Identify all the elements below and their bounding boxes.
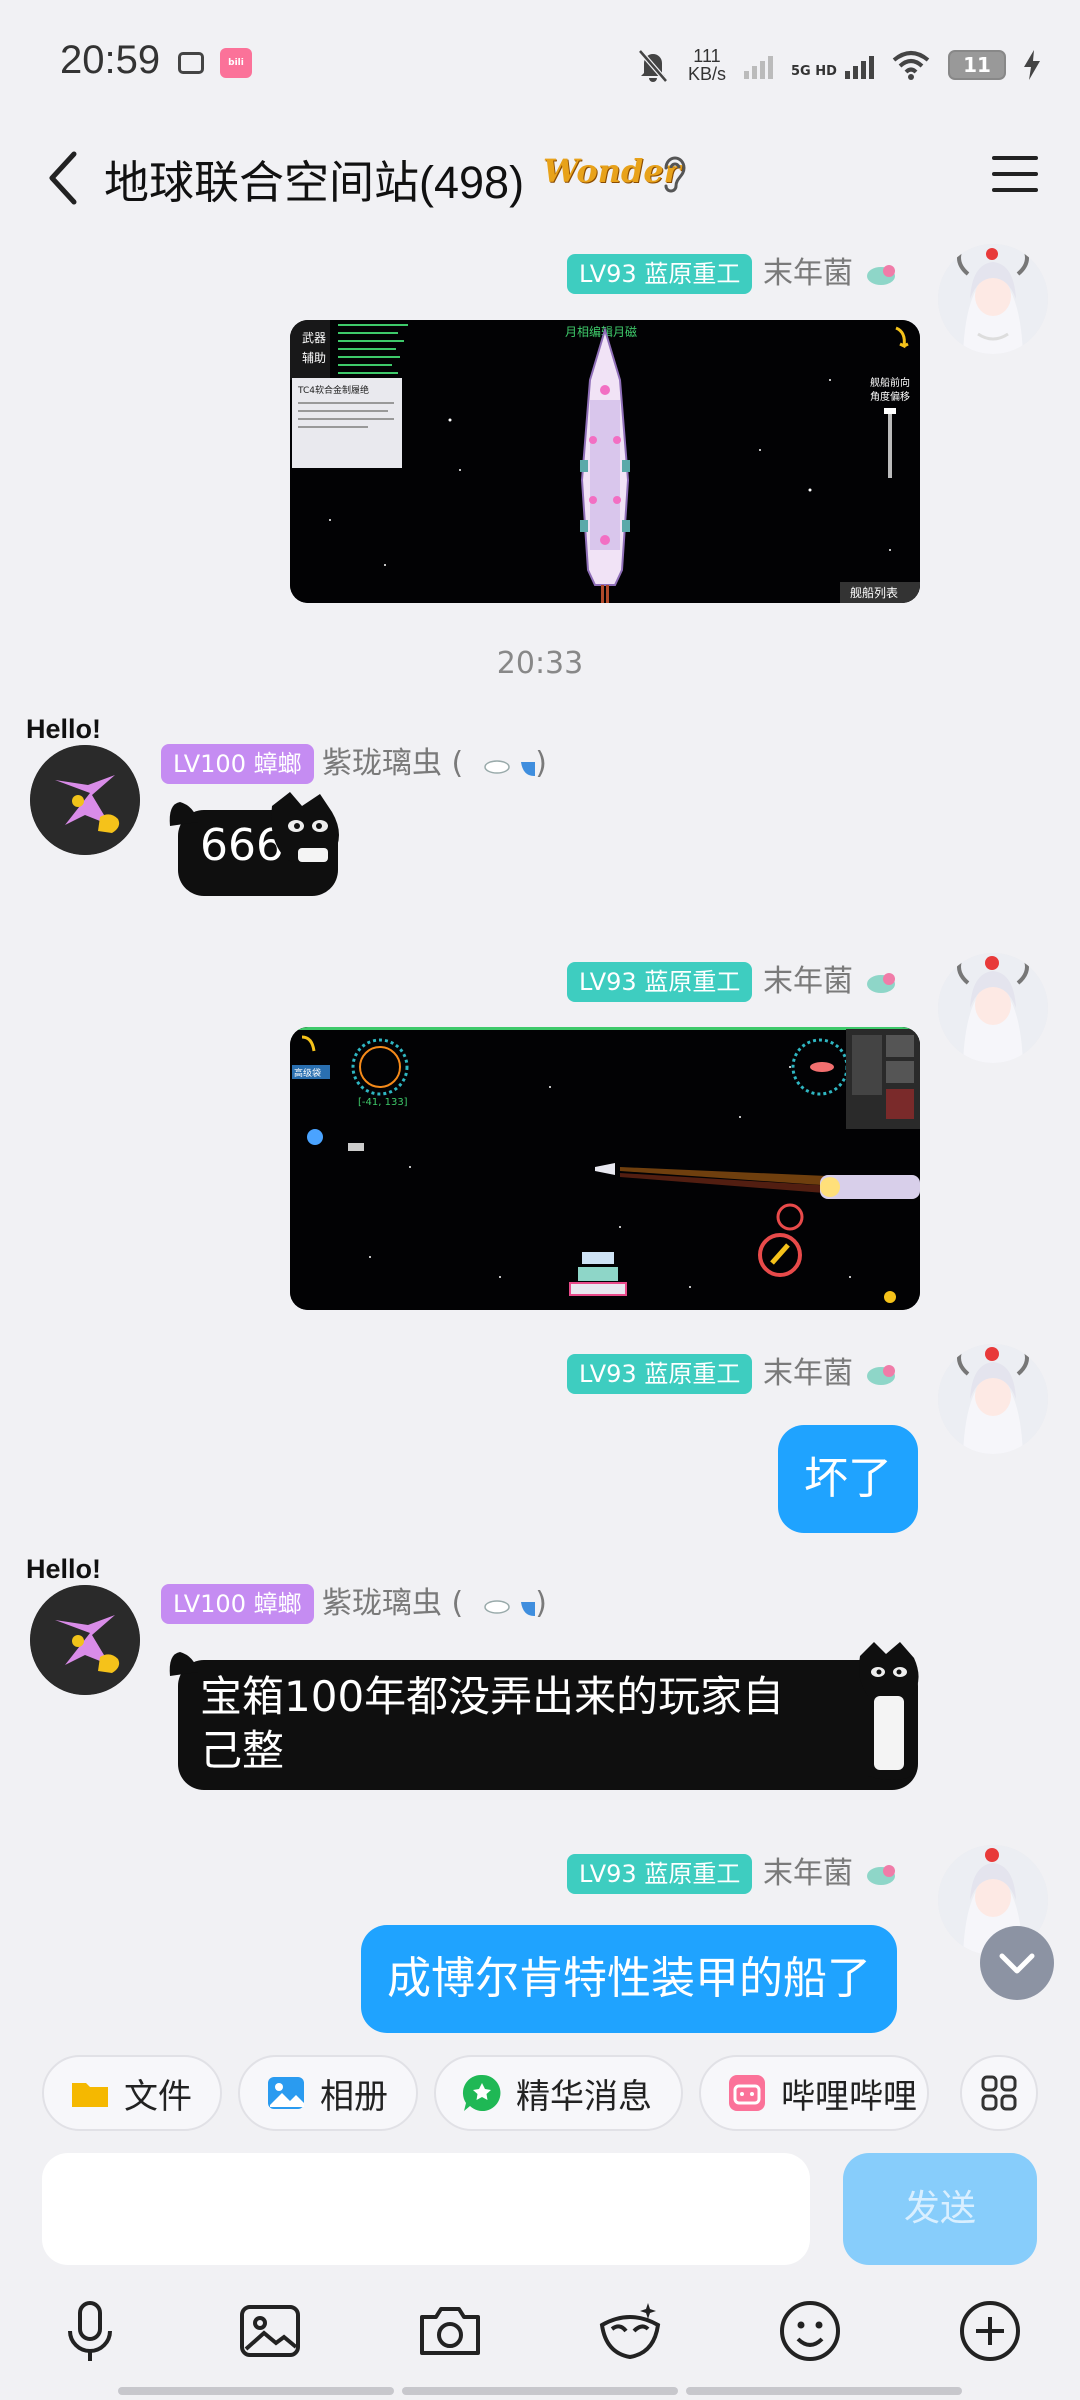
game2-coords: [-41, 133] <box>358 1097 408 1108</box>
shortcut-album-label: 相册 <box>320 2076 388 2117</box>
chevron-down-icon <box>999 1953 1035 1974</box>
black-cat-sticker-icon <box>859 1642 919 1780</box>
message-input[interactable] <box>42 2153 810 2265</box>
scroll-to-bottom-button[interactable] <box>980 1926 1054 2000</box>
sender-name[interactable]: 末年菌 <box>763 1854 899 1894</box>
member-level-tag: LV100 蟑螂 <box>161 744 314 784</box>
shortcut-file-label: 文件 <box>124 2076 192 2117</box>
tv-icon <box>178 52 204 74</box>
shortcut-bar: 文件 相册 精华消息 哔哩哔哩 <box>0 2035 1080 2145</box>
folder-icon <box>72 2083 108 2107</box>
member-level-tag: LV93 蓝原重工 <box>567 254 753 294</box>
shortcut-file[interactable]: 文件 <box>42 2055 222 2131</box>
more-apps-button[interactable] <box>960 2055 1038 2131</box>
network-speed: 111 KB/s <box>688 47 726 83</box>
status-bar: 20:59 bili 111 KB/s 5G HD 11 <box>0 0 1080 130</box>
cat-ear-icon <box>169 802 198 826</box>
chat-header: 地球联合空间站(498) Wonder <box>0 130 1080 220</box>
input-toolbar <box>0 2275 1080 2385</box>
status-icons: 111 KB/s 5G HD 11 <box>636 40 1040 90</box>
message-list[interactable]: LV93 蓝原重工 末年菌 武器 辅助 TC4软合金制履绝 月相编辑月磁 舰船前… <box>0 220 1080 2035</box>
camera-icon[interactable] <box>414 2295 486 2367</box>
ear-icon[interactable] <box>658 154 688 196</box>
composer: 发送 <box>0 2145 1080 2275</box>
member-level-tag: LV93 蓝原重工 <box>567 1854 753 1894</box>
shortcut-album[interactable]: 相册 <box>238 2055 418 2131</box>
shortcut-bilibili-label: 哔哩哔哩 <box>781 2076 917 2117</box>
avatar-zilongliwhong[interactable] <box>30 745 140 855</box>
microphone-icon[interactable] <box>54 2295 126 2367</box>
shared-image-1[interactable]: 武器 辅助 TC4软合金制履绝 月相编辑月磁 舰船前向 角度偏移 舰船列表 <box>290 320 920 603</box>
mute-bell-icon <box>638 49 668 83</box>
network-speed-unit: KB/s <box>687 64 726 84</box>
game1-top-label: 月相编辑月磁 <box>565 324 637 339</box>
dragon-emblem-icon <box>866 1864 895 1885</box>
star-bubble-icon <box>462 2074 501 2111</box>
image-icon[interactable] <box>234 2295 306 2367</box>
sender-name[interactable]: 末年菌 <box>763 1354 899 1394</box>
black-cat-sticker-icon <box>271 792 339 866</box>
game2-hud-tag: 高级袋 <box>294 1067 321 1079</box>
cloud-bowl-icon <box>484 759 536 776</box>
shortcut-bilibili[interactable]: 哔哩哔哩 <box>699 2055 929 2131</box>
network-speed-value: 111 <box>693 46 721 66</box>
sender-name[interactable]: 末年菌 <box>763 254 899 294</box>
shared-image-2[interactable]: 高级袋 [-41, 133] <box>290 1027 920 1310</box>
menu-icon[interactable] <box>990 152 1040 196</box>
game1-ship-list: 舰船列表 <box>850 586 898 600</box>
message-bubble[interactable]: 宝箱100年都没弄出来的玩家自 己整 <box>169 1642 919 1790</box>
charging-icon <box>1024 50 1040 80</box>
signal-icon-1 <box>744 51 773 79</box>
game1-menu-weapon: 武器 <box>302 331 326 345</box>
message-bubble[interactable]: 666 <box>169 792 339 896</box>
game1-side-label-1: 舰船前向 <box>870 376 910 389</box>
red-packet-mask-icon[interactable] <box>594 2295 666 2367</box>
shortcut-highlights-label: 精华消息 <box>516 2076 652 2117</box>
bilibili-notification-icon: bili <box>220 48 252 78</box>
message-text-line-1: 宝箱100年都没弄出来的玩家自 <box>200 1672 785 1721</box>
bilibili-icon <box>729 2075 765 2111</box>
wifi-icon <box>892 51 930 80</box>
network-type: 5G HD <box>791 64 837 79</box>
cat-ear-icon <box>169 1652 198 1676</box>
member-level-tag: LV100 蟑螂 <box>161 1584 314 1624</box>
gesture-bar <box>118 2387 962 2395</box>
cloud-bowl-icon <box>484 1599 536 1616</box>
grid-icon <box>981 2075 1017 2111</box>
message-text: 宝箱100年都没弄出来的玩家自 己整 <box>200 1670 850 1778</box>
back-arrow-icon[interactable] <box>40 148 90 208</box>
message-bubble[interactable]: 坏了 <box>778 1425 918 1533</box>
avatar-monianjun[interactable] <box>938 1344 1048 1454</box>
message-text-line-2: 己整 <box>200 1726 285 1775</box>
member-level-tag: LV93 蓝原重工 <box>567 1354 753 1394</box>
avatar-monianjun[interactable] <box>938 953 1048 1063</box>
group-title[interactable]: 地球联合空间站(498) <box>104 146 524 211</box>
send-button[interactable]: 发送 <box>843 2153 1037 2265</box>
game1-side-label-2: 角度偏移 <box>870 390 910 403</box>
sender-name[interactable]: 紫珑璃虫 () <box>322 744 547 784</box>
dragon-emblem-icon <box>866 1364 895 1385</box>
status-time: 20:59 <box>60 38 161 82</box>
sender-name[interactable]: 紫珑璃虫 () <box>322 1584 547 1624</box>
signal-icon-2: 5G HD <box>791 51 874 79</box>
dragon-emblem-icon <box>866 972 895 993</box>
photo-icon <box>268 2077 304 2109</box>
dragon-emblem-icon <box>866 264 895 285</box>
hello-label: Hello! <box>26 1554 102 1584</box>
battery-icon: 11 <box>948 50 1006 80</box>
message-timestamp: 20:33 <box>496 646 584 681</box>
emoji-icon[interactable] <box>774 2295 846 2367</box>
game1-menu-aux: 辅助 <box>302 351 326 365</box>
shortcut-highlights[interactable]: 精华消息 <box>434 2055 683 2131</box>
plus-icon[interactable] <box>954 2295 1026 2367</box>
member-level-tag: LV93 蓝原重工 <box>567 962 753 1002</box>
game1-panel-title: TC4软合金制履绝 <box>297 384 369 396</box>
avatar-monianjun[interactable] <box>938 244 1048 354</box>
message-bubble[interactable]: 成博尔肯特性装甲的船了 <box>361 1925 897 2033</box>
hello-label: Hello! <box>26 714 102 744</box>
sender-name[interactable]: 末年菌 <box>763 962 899 1002</box>
avatar-zilongliwhong[interactable] <box>30 1585 140 1695</box>
